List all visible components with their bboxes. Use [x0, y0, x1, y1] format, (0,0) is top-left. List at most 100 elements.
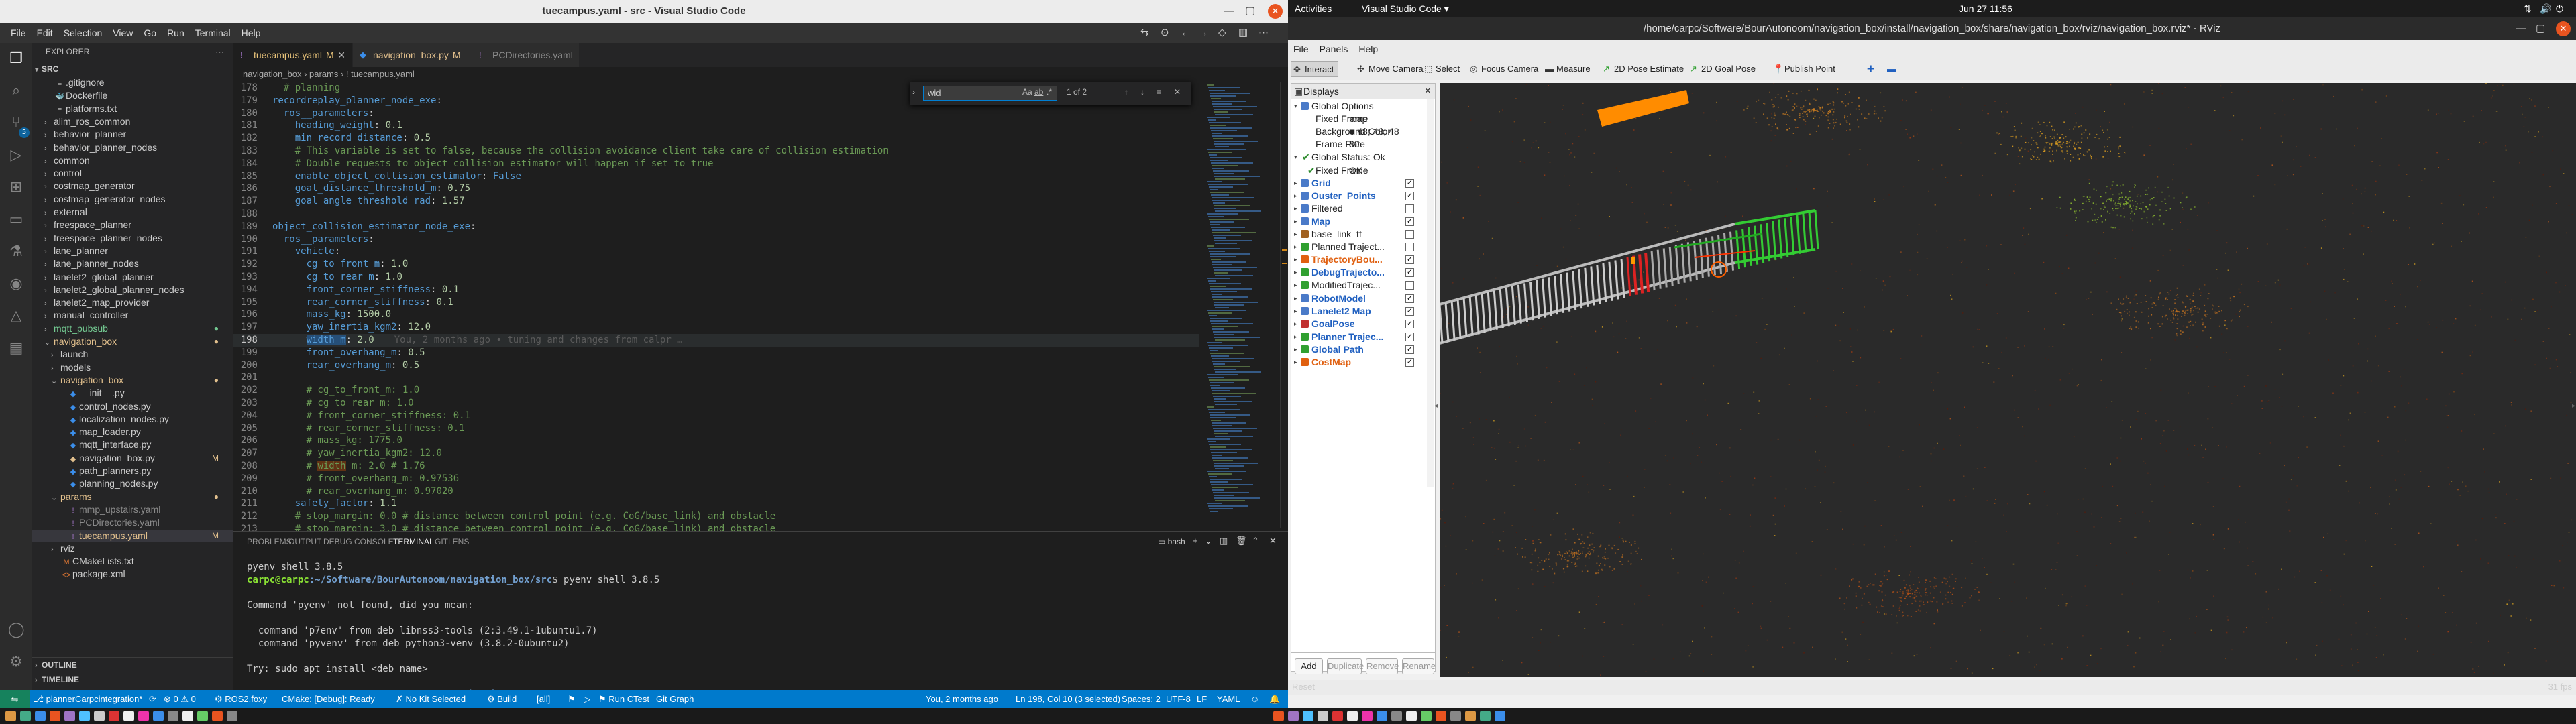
maximize-button[interactable]: ▢ [1245, 0, 1255, 23]
tree-folder[interactable]: › mqtt_pubsub ● [32, 322, 233, 335]
rename-display-button[interactable]: Rename [1402, 658, 1436, 674]
expand-arrow-icon[interactable]: ▸ [1294, 356, 1297, 369]
display-row[interactable]: ▸ Grid ✓ [1291, 177, 1435, 190]
account-icon[interactable]: ◯ [8, 622, 25, 638]
blame-status[interactable]: You, 2 months ago [926, 690, 998, 708]
search-icon[interactable]: ⌕ [8, 83, 24, 99]
tool-interact[interactable]: ✥ Interact [1291, 61, 1339, 77]
display-row[interactable]: ▸ RobotModel ✓ [1291, 292, 1435, 305]
taskbar-app-icon[interactable] [20, 711, 31, 721]
remove-display-button[interactable]: Remove [1366, 658, 1399, 674]
tree-file[interactable]: ! mmp_upstairs.yaml [32, 503, 233, 516]
tree-file[interactable]: ◆ map_loader.py [32, 426, 233, 438]
display-enabled-checkbox[interactable] [1405, 230, 1414, 239]
tree-folder[interactable]: › lanelet2_global_planner_nodes [32, 284, 233, 296]
activities-button[interactable]: Activities [1295, 0, 1332, 17]
rviz-minimize-button[interactable]: — [2516, 17, 2526, 40]
display-row[interactable]: ▸ Filtered [1291, 202, 1435, 215]
tree-folder[interactable]: › lane_planner_nodes [32, 257, 233, 270]
taskbar-app-icon[interactable] [1436, 711, 1446, 721]
expand-arrow-icon[interactable]: ▸ [1294, 279, 1297, 292]
kill-terminal-icon[interactable]: 🗑 [1236, 536, 1247, 546]
display-row[interactable]: ▸ base_link_tf [1291, 228, 1435, 241]
tree-file[interactable]: ◆ localization_nodes.py [32, 413, 233, 426]
taskbar-app-icon[interactable] [212, 711, 223, 721]
new-terminal-icon[interactable]: + [1193, 536, 1198, 546]
tree-file[interactable]: 🐳 Dockerfile [32, 89, 233, 102]
taskbar-app-icon[interactable] [79, 711, 90, 721]
tool-measure[interactable]: ▬ Measure [1543, 61, 1591, 77]
tab-tuecampus-yaml[interactable]: ! tuecampus.yaml M ✕ [233, 43, 353, 67]
panel-collapse-handle[interactable]: ◂ [1434, 402, 1440, 410]
display-enabled-checkbox[interactable]: ✓ [1405, 268, 1414, 278]
display-enabled-checkbox[interactable] [1405, 281, 1414, 290]
rviz-menu-panels[interactable]: Panels [1314, 40, 1354, 58]
rviz-3d-viewport[interactable] [1440, 83, 2576, 677]
tree-folder[interactable]: › freespace_planner [32, 219, 233, 231]
display-enabled-checkbox[interactable]: ✓ [1405, 178, 1414, 188]
tree-file[interactable]: ! PCDirectories.yaml [32, 516, 233, 529]
display-enabled-checkbox[interactable]: ✓ [1405, 255, 1414, 265]
menu-selection[interactable]: Selection [58, 23, 108, 43]
ros-distro[interactable]: ⚙ ROS2.foxy [215, 690, 267, 708]
tree-folder[interactable]: ⌄ params ● [32, 491, 233, 503]
tree-folder[interactable]: › manual_controller [32, 309, 233, 322]
tree-folder[interactable]: › costmap_generator_nodes [32, 193, 233, 206]
reset-button[interactable]: Reset [1292, 680, 1315, 695]
taskbar-app-icon[interactable] [123, 711, 134, 721]
tree-folder[interactable]: › models [32, 361, 233, 374]
rviz-maximize-button[interactable]: ▢ [2536, 17, 2545, 40]
split-editor-icon[interactable]: ▥ [1233, 23, 1253, 43]
display-enabled-checkbox[interactable]: ✓ [1405, 358, 1414, 367]
toggle-replace-icon[interactable]: › [912, 87, 915, 97]
right-panel-handle[interactable]: ▸ [2572, 402, 2575, 410]
expand-arrow-icon[interactable]: ▸ [1294, 253, 1297, 266]
notifications-icon[interactable]: 🔔 [1269, 690, 1280, 708]
panel-tab-gitlens[interactable]: GITLENS [435, 532, 469, 552]
cmake-icon[interactable]: △ [8, 308, 24, 324]
display-row[interactable]: ▸ Lanelet2 Map ✓ [1291, 305, 1435, 318]
collapse-arrow-icon[interactable]: ▾ [1294, 151, 1297, 164]
add-display-button[interactable]: Add [1295, 658, 1323, 674]
build-target[interactable]: [all] [537, 690, 550, 708]
menu-run[interactable]: Run [162, 23, 190, 43]
menu-view[interactable]: View [107, 23, 138, 43]
cmake-status[interactable]: CMake: [Debug]: Ready [282, 690, 375, 708]
docker-icon[interactable]: ▤ [8, 341, 24, 357]
display-row[interactable]: ✔ Fixed Frame OK [1291, 164, 1435, 177]
tree-folder[interactable]: › common [32, 154, 233, 167]
taskbar-app-icon[interactable] [1391, 711, 1402, 721]
tool-remove[interactable]: ▬ [1885, 61, 1898, 77]
taskbar-app-icon[interactable] [168, 711, 178, 721]
tree-folder[interactable]: › launch [32, 348, 233, 361]
duplicate-display-button[interactable]: Duplicate [1327, 658, 1364, 674]
taskbar-app-icon[interactable] [35, 711, 46, 721]
explorer-more-icon[interactable]: ⋯ [215, 47, 224, 58]
display-row[interactable]: ▸ Planner Trajec... ✓ [1291, 330, 1435, 343]
taskbar-app-icon[interactable] [1406, 711, 1417, 721]
tool-focus-camera[interactable]: ◎ Focus Camera [1468, 61, 1538, 77]
display-row[interactable]: ▸ Map ✓ [1291, 215, 1435, 228]
tree-folder[interactable]: ⌄ navigation_box ● [32, 374, 233, 387]
minimize-button[interactable]: — [1224, 0, 1234, 23]
whole-word-toggle[interactable]: ab [1034, 87, 1043, 97]
tree-file[interactable]: ◆ mqtt_interface.py [32, 438, 233, 451]
tree-file[interactable]: ◆ __init__.py [32, 387, 233, 400]
taskbar-app-icon[interactable] [1421, 711, 1432, 721]
language-mode[interactable]: YAML [1217, 690, 1240, 708]
taskbar-app-icon[interactable] [64, 711, 75, 721]
panel-tab-debug-console[interactable]: DEBUG CONSOLE [323, 532, 394, 552]
taskbar-app-icon[interactable] [138, 711, 149, 721]
taskbar-app-icon[interactable] [227, 711, 237, 721]
terminal-shell-selector[interactable]: ▭ bash [1158, 537, 1185, 546]
taskbar-app-icon[interactable] [1465, 711, 1476, 721]
taskbar-app-icon[interactable] [182, 711, 193, 721]
close-find-icon[interactable]: ✕ [1174, 87, 1181, 97]
terminal-dropdown-icon[interactable]: ⌄ [1205, 536, 1212, 546]
tree-folder[interactable]: › behavior_planner_nodes [32, 141, 233, 154]
display-row[interactable]: ▸ Planned Traject... [1291, 241, 1435, 253]
taskbar-app-icon[interactable] [1318, 711, 1328, 721]
tree-folder[interactable]: ⌄ navigation_box ● [32, 335, 233, 348]
tree-file[interactable]: ◆ planning_nodes.py [32, 477, 233, 490]
tool-2d-goal-pose[interactable]: ↗ 2D Goal Pose [1688, 61, 1756, 77]
